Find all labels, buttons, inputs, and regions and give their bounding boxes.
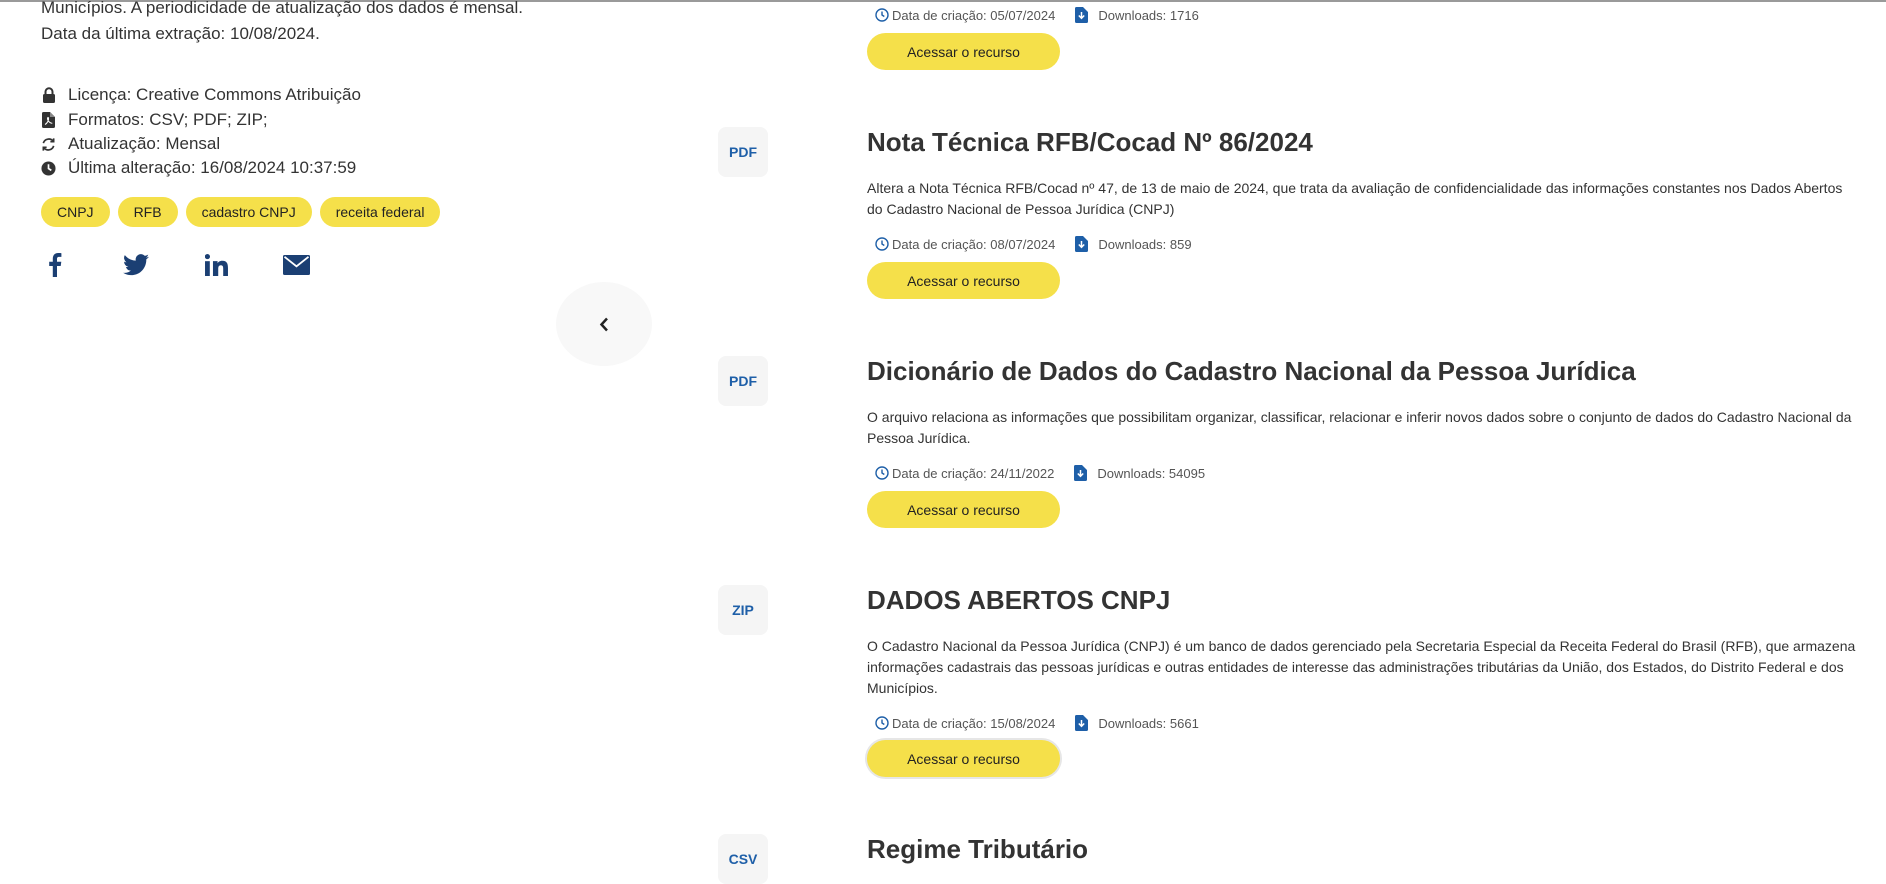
download-count: Downloads: 5661 — [1098, 715, 1199, 731]
clock-outline-icon — [875, 8, 889, 22]
update-frequency-row: Atualização: Mensal — [41, 134, 220, 154]
resource-title[interactable]: Nota Técnica RFB/Cocad Nº 86/2024 — [867, 127, 1313, 158]
creation-date: Data de criação: 05/07/2024 — [892, 7, 1056, 23]
format-badge-zip: ZIP — [718, 585, 768, 635]
format-badge-csv: CSV — [718, 834, 768, 884]
last-change-text: Última alteração: 16/08/2024 10:37:59 — [68, 158, 357, 177]
tag-cnpj[interactable]: CNPJ — [41, 197, 110, 227]
last-change-row: Última alteração: 16/08/2024 10:37:59 — [41, 158, 356, 178]
sync-icon — [41, 136, 56, 153]
access-resource-button[interactable]: Acessar o recurso — [867, 262, 1060, 299]
creation-date: Data de criação: 08/07/2024 — [892, 236, 1056, 252]
linkedin-icon — [204, 254, 228, 276]
resource-description: O arquivo relaciona as informações que p… — [867, 409, 1852, 446]
download-count: Downloads: 859 — [1098, 236, 1192, 252]
dataset-description-line: Municípios. A periodicidade de atualizaç… — [41, 0, 523, 17]
clock-icon — [41, 160, 56, 177]
download-file-icon — [1075, 715, 1089, 731]
clock-outline-icon — [875, 237, 889, 251]
download-file-icon — [1074, 465, 1088, 481]
access-resource-button[interactable]: Acessar o recurso — [867, 740, 1060, 777]
lock-icon — [41, 87, 56, 104]
tag-cadastro-cnpj[interactable]: cadastro CNPJ — [185, 197, 312, 227]
download-count: Downloads: 1716 — [1098, 7, 1199, 23]
twitter-share-button[interactable] — [122, 252, 150, 278]
formats-row: Formatos: CSV; PDF; ZIP; — [41, 110, 268, 130]
twitter-icon — [123, 254, 149, 276]
download-count: Downloads: 54095 — [1097, 465, 1206, 481]
email-share-button[interactable] — [282, 252, 310, 278]
facebook-share-button[interactable] — [41, 252, 69, 278]
download-file-icon — [1075, 7, 1089, 23]
clock-outline-icon — [875, 716, 889, 730]
access-resource-button[interactable]: Acessar o recurso — [867, 33, 1060, 70]
last-extraction-date: Data da última extração: 10/08/2024. — [41, 24, 320, 43]
creation-date: Data de criação: 15/08/2024 — [892, 715, 1056, 731]
license-text: Licença: Creative Commons Atribuição — [68, 85, 361, 104]
license-row: Licença: Creative Commons Atribuição — [41, 85, 361, 105]
resource-title[interactable]: DADOS ABERTOS CNPJ — [867, 585, 1170, 616]
resource-title[interactable]: Regime Tributário — [867, 834, 1088, 865]
file-pdf-icon — [41, 112, 56, 129]
resource-description: Altera a Nota Técnica RFB/Cocad nº 47, d… — [867, 180, 1843, 217]
resource-meta: Data de criação: 15/08/2024 Downloads: 5… — [875, 715, 1199, 731]
download-file-icon — [1075, 236, 1089, 252]
resource-meta: Data de criação: 24/11/2022 Downloads: 5… — [875, 465, 1205, 481]
resource-meta: Data de criação: 05/07/2024 Downloads: 1… — [875, 7, 1199, 23]
clock-outline-icon — [875, 466, 889, 480]
resource-title[interactable]: Dicionário de Dados do Cadastro Nacional… — [867, 356, 1636, 387]
update-frequency-text: Atualização: Mensal — [68, 134, 221, 153]
email-icon — [282, 255, 310, 275]
linkedin-share-button[interactable] — [202, 252, 230, 278]
creation-date: Data de criação: 24/11/2022 — [892, 465, 1055, 481]
previous-arrow-button[interactable] — [556, 282, 652, 366]
resource-description: O Cadastro Nacional da Pessoa Jurídica (… — [867, 638, 1856, 696]
tag-list: CNPJ RFB cadastro CNPJ receita federal — [41, 197, 441, 227]
formats-text: Formatos: CSV; PDF; ZIP; — [68, 110, 268, 129]
tag-rfb[interactable]: RFB — [117, 197, 178, 227]
format-badge-pdf: PDF — [718, 127, 768, 177]
facebook-icon — [49, 253, 62, 277]
format-badge-pdf: PDF — [718, 356, 768, 406]
resource-meta: Data de criação: 08/07/2024 Downloads: 8… — [875, 236, 1192, 252]
chevron-left-icon — [599, 317, 608, 331]
tag-receita-federal[interactable]: receita federal — [319, 197, 441, 227]
access-resource-button[interactable]: Acessar o recurso — [867, 491, 1060, 528]
